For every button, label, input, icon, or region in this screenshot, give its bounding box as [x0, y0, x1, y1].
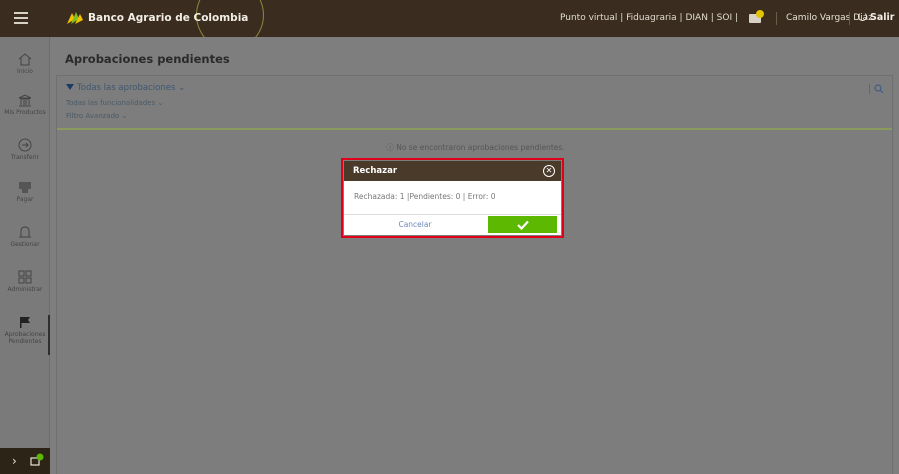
expand-chevron-icon[interactable]: › — [12, 454, 17, 468]
reject-dialog: Rechazar ✕ Rechazada: 1 |Pendientes: 0 |… — [344, 161, 561, 235]
sidebar-footer: › — [0, 448, 50, 474]
hamburger-menu-icon[interactable] — [14, 12, 28, 24]
sidebar-item-mis-productos[interactable]: Mis Productos — [0, 94, 50, 116]
dialog-footer: Cancelar — [344, 215, 561, 235]
filter-icon — [66, 84, 74, 90]
flag-icon — [20, 317, 30, 328]
sidebar-item-pagar[interactable]: Pagar — [0, 180, 50, 203]
sidebar-item-gestionar[interactable]: Gestionar — [0, 225, 50, 248]
filter-all-label: Todas las aprobaciones ⌄ — [77, 83, 186, 93]
divider — [869, 84, 870, 94]
checkmark-icon — [516, 220, 529, 230]
notifications-icon[interactable] — [748, 8, 766, 26]
home-icon — [18, 53, 32, 66]
search-icon[interactable] — [874, 84, 884, 94]
sidebar-item-label: Gestionar — [10, 241, 40, 248]
empty-state-message: ⓘ No se encontraron aprobaciones pendien… — [386, 143, 565, 152]
sidebar-item-label: Pagar — [16, 196, 34, 203]
logout-button[interactable]: Salir — [858, 12, 894, 23]
divider — [849, 12, 850, 25]
power-icon — [858, 12, 867, 21]
chat-icon[interactable] — [30, 453, 44, 467]
filter-features[interactable]: Todas las funcionalidades ⌄ — [66, 99, 163, 107]
top-bar: Banco Agrario de Colombia Punto virtual … — [0, 0, 899, 37]
dialog-title: Rechazar — [353, 166, 398, 176]
sidebar-item-label: Transferir — [10, 154, 40, 161]
filter-all-approvals[interactable]: Todas las aprobaciones ⌄ — [66, 83, 185, 93]
sidebar-item-transferir[interactable]: Transferir — [0, 138, 50, 161]
sidebar-item-administrar[interactable]: Administrar — [0, 270, 50, 293]
confirm-button[interactable] — [488, 216, 557, 233]
pay-icon — [19, 182, 31, 193]
page-title: Aprobaciones pendientes — [65, 52, 230, 66]
dialog-header: Rechazar ✕ — [344, 161, 561, 181]
transfer-icon — [18, 138, 32, 152]
sidebar-item-label: Administrar — [7, 286, 43, 293]
main-area: Aprobaciones pendientes Todas las aproba… — [50, 37, 899, 474]
sidebar-item-label: Inicio — [17, 68, 33, 75]
logout-label: Salir — [870, 12, 895, 23]
approvals-panel: Todas las aprobaciones ⌄ Todas las funci… — [56, 75, 893, 474]
divider — [776, 12, 777, 25]
sidebar-item-label: Aprobaciones Pendientes — [4, 331, 46, 345]
sidebar: Inicio Mis Productos Transferir Pagar Ge… — [0, 37, 50, 474]
cancel-button[interactable]: Cancelar — [344, 217, 486, 233]
top-links[interactable]: Punto virtual | Fiduagraria | DIAN | SOI… — [560, 13, 738, 23]
manage-icon — [19, 226, 31, 238]
sidebar-item-inicio[interactable]: Inicio — [0, 53, 50, 75]
brand-name[interactable]: Banco Agrario de Colombia — [88, 12, 248, 24]
close-icon[interactable]: ✕ — [543, 165, 555, 177]
filter-advanced[interactable]: Filtro Avanzado ⌄ — [66, 112, 127, 120]
sidebar-item-aprobaciones-pendientes[interactable]: Aprobaciones Pendientes — [0, 315, 50, 355]
sidebar-item-label: Mis Productos — [4, 109, 46, 116]
admin-grid-icon — [18, 270, 32, 284]
dialog-summary: Rechazada: 1 |Pendientes: 0 | Error: 0 — [344, 181, 561, 215]
filter-divider — [57, 128, 892, 130]
bank-logo-icon — [67, 12, 83, 24]
bank-icon — [18, 94, 32, 107]
